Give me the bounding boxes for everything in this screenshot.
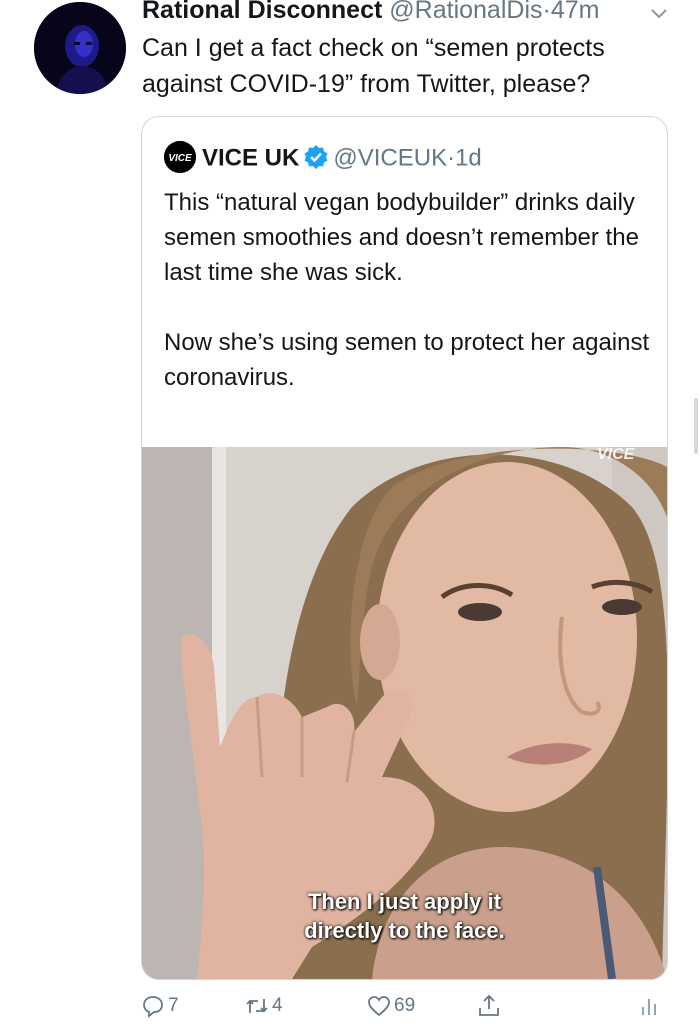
user-handle[interactable]: @RationalDis xyxy=(389,0,542,24)
vice-watermark: VICE xyxy=(597,447,636,463)
retweet-icon xyxy=(246,999,268,1013)
heart-icon xyxy=(368,996,390,1017)
video-caption: Then I just apply it directly to the fac… xyxy=(142,887,667,945)
quoted-time[interactable]: 1d xyxy=(455,145,482,172)
tweet-time[interactable]: 47m xyxy=(551,0,600,24)
verified-badge-icon xyxy=(304,144,328,169)
like-count: 69 xyxy=(394,995,416,1016)
quoted-video-media[interactable]: VICE Then I just apply it directly to th… xyxy=(142,447,667,979)
display-name[interactable]: Rational Disconnect xyxy=(142,0,382,24)
user-avatar[interactable] xyxy=(34,2,126,94)
caption-line-2: directly to the face. xyxy=(304,918,505,943)
avatar-image xyxy=(34,2,126,94)
quoted-tweet-header: VICE VICE UK @VICEUK·1d xyxy=(164,140,482,175)
quoted-paragraph-1: This “natural vegan bodybuilder” drinks … xyxy=(164,189,639,286)
quoted-paragraph-2: Now she’s using semen to protect her aga… xyxy=(164,329,650,391)
separator-dot: · xyxy=(542,0,551,24)
reply-button[interactable]: 7 xyxy=(140,990,179,1022)
tweet-text: Can I get a fact check on “semen protect… xyxy=(142,34,605,98)
caption-line-1: Then I just apply it xyxy=(307,889,502,914)
like-button[interactable]: 69 xyxy=(366,990,415,1022)
retweet-button[interactable]: 4 xyxy=(244,990,283,1022)
analytics-button[interactable] xyxy=(636,990,662,1022)
quoted-tweet-text: This “natural vegan bodybuilder” drinks … xyxy=(164,185,654,395)
quoted-separator-dot: · xyxy=(447,144,456,172)
reply-count: 7 xyxy=(168,995,179,1016)
retweet-count: 4 xyxy=(272,995,283,1016)
tweet-header: Rational Disconnect @RationalDis·47m xyxy=(142,0,687,26)
quoted-tweet-card[interactable]: VICE VICE UK @VICEUK·1d This “natural ve… xyxy=(141,116,668,980)
scrollbar-thumb[interactable] xyxy=(694,398,698,454)
vice-logo-icon[interactable]: VICE xyxy=(164,140,196,173)
tweet-action-bar: 7 4 69 xyxy=(140,990,680,1024)
share-icon xyxy=(479,994,499,1016)
chevron-down-icon[interactable] xyxy=(648,3,670,25)
quoted-display-name[interactable]: VICE UK xyxy=(202,145,299,172)
analytics-icon xyxy=(642,999,656,1015)
reply-icon xyxy=(143,996,163,1018)
share-button[interactable] xyxy=(476,990,502,1022)
quoted-handle[interactable]: @VICEUK xyxy=(333,145,447,172)
vice-logo-text: VICE xyxy=(168,153,192,164)
